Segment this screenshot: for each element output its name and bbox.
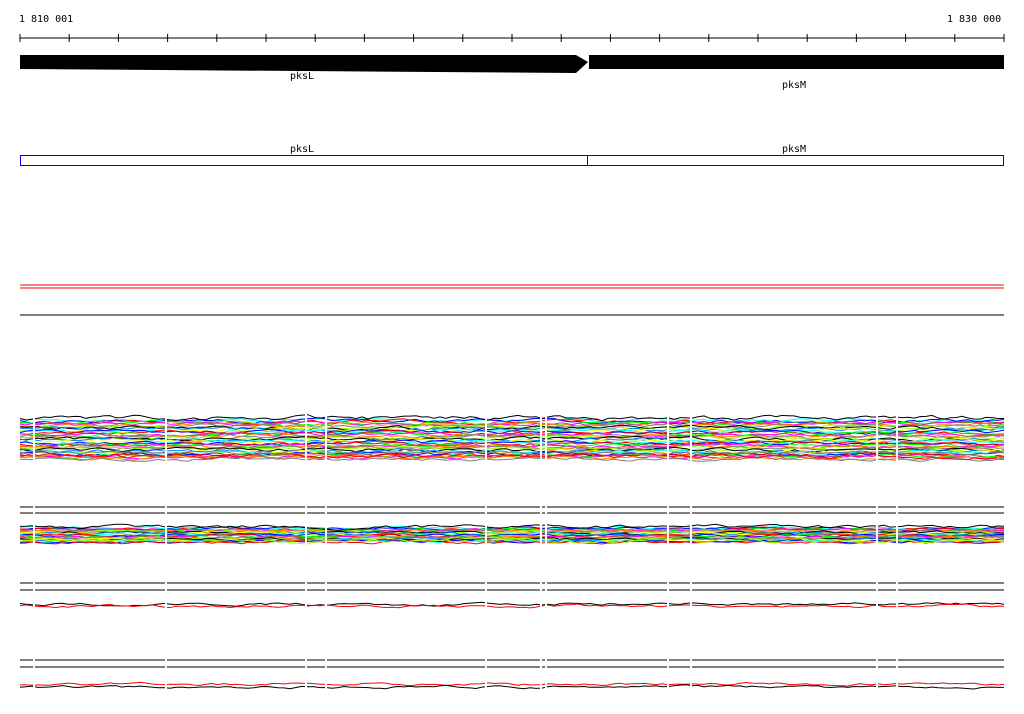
coverage-gap xyxy=(876,410,878,700)
coverage-line xyxy=(19,601,1005,607)
coverage-gap xyxy=(325,410,327,700)
annotation-box-pksL[interactable] xyxy=(20,155,588,166)
coverage-gap xyxy=(305,410,307,700)
coverage-line xyxy=(19,684,1004,690)
coverage-gap xyxy=(896,410,898,700)
coverage-gap xyxy=(690,410,692,700)
tracks-canvas xyxy=(19,34,1005,700)
coverage-gap xyxy=(33,410,35,700)
position-ruler xyxy=(19,34,1005,42)
coverage-gap xyxy=(545,410,547,700)
coverage-line xyxy=(20,681,1005,687)
coverage-gap xyxy=(165,410,167,700)
coverage-gap xyxy=(485,410,487,700)
genome-browser-view: 1 810 001 1 830 000 pksL pksM pksL pksM xyxy=(0,0,1024,714)
gene-arrow-pksL[interactable] xyxy=(20,55,588,73)
coverage-gap xyxy=(540,410,542,700)
gene-bar-pksM[interactable] xyxy=(589,55,1004,69)
coverage-gap xyxy=(667,410,669,700)
annotation-box-pksM[interactable] xyxy=(587,155,1004,166)
